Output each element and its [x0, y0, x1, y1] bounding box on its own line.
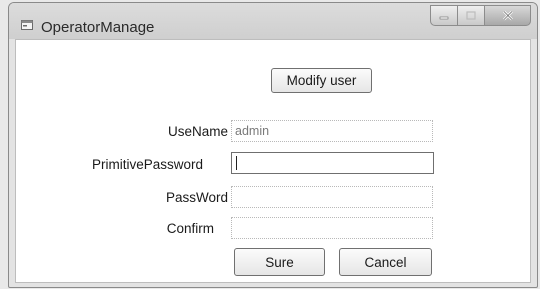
maximize-icon — [466, 11, 476, 20]
confirm-field[interactable] — [231, 217, 433, 239]
close-button[interactable] — [485, 5, 531, 26]
cancel-button[interactable]: Cancel — [339, 248, 432, 276]
primitive-password-label: PrimitivePassword — [91, 157, 203, 172]
password-field[interactable] — [231, 186, 433, 208]
text-caret — [236, 156, 237, 170]
confirm-label: Confirm — [166, 221, 214, 236]
form-client-area: Modify user UseName PrimitivePassword Pa… — [15, 39, 531, 283]
maximize-button[interactable] — [458, 5, 485, 26]
primitive-password-field[interactable] — [231, 152, 434, 174]
close-icon — [502, 10, 513, 21]
sure-button[interactable]: Sure — [234, 248, 325, 276]
window-title: OperatorManage — [41, 19, 155, 36]
username-field[interactable] — [231, 120, 433, 142]
operator-manage-window: OperatorManage Modify user UseName admin… — [8, 2, 538, 288]
form-icon — [21, 20, 33, 30]
password-label: PassWord — [165, 190, 228, 205]
minimize-button[interactable] — [430, 5, 458, 26]
title-bar[interactable]: OperatorManage — [9, 3, 537, 39]
username-label: UseName — [167, 124, 228, 139]
minimize-icon — [439, 16, 449, 19]
modify-user-button[interactable]: Modify user — [271, 68, 372, 93]
window-controls — [430, 5, 531, 27]
